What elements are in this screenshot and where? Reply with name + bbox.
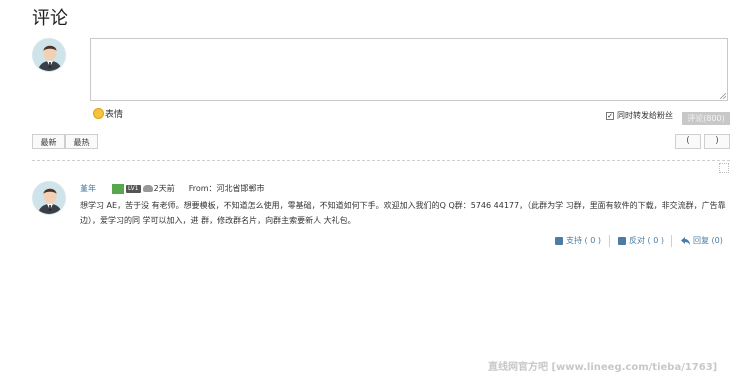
resize-handle-icon[interactable] [720,93,726,99]
level-badge: LV1 [126,184,141,193]
comment-location: From：河北省邯郸市 [188,184,265,193]
comment-username[interactable]: 堇年 [80,183,96,194]
comment-text: 想学习 AE，苦于没 有老师。想要模板，不知道怎么使用，零基础，不知道如何下手。… [80,201,726,225]
page-title: 评论 [32,8,68,29]
repost-option[interactable]: ✓ 同时转发给粉丝 [606,110,673,121]
sort-hottest-button[interactable]: 最热 [65,134,98,149]
smiley-icon [93,108,104,119]
submit-comment-button[interactable]: 评论(800) [682,112,730,125]
oppose-label: 反对 ( 0 ) [629,236,664,245]
sort-newest-button[interactable]: 最新 [32,134,65,149]
cloud-icon [142,185,153,192]
separator [609,235,610,247]
divider [32,160,730,161]
next-page-button[interactable]: ) [704,134,730,149]
commenter-avatar[interactable] [32,181,66,215]
separator [671,235,672,247]
repost-checkbox[interactable]: ✓ [606,111,614,120]
repost-label: 同时转发给粉丝 [617,111,673,120]
member-badge-icon [112,183,124,194]
watermark: 直线网官方吧 [www.lineeg.com/tieba/1763] [488,362,718,373]
comment-textarea[interactable] [90,38,728,101]
reply-button[interactable]: 回复 (0) [681,235,723,246]
expand-corner-icon[interactable] [719,163,729,173]
prev-page-button[interactable]: ( [675,134,701,149]
comment-time: 2天前 [153,184,175,193]
comment-meta: 堇年 LV1 2天前 From：河北省邯郸市 [80,183,265,194]
emoji-label: 表情 [105,110,124,120]
support-button[interactable]: 支持 ( 0 ) [555,235,601,246]
reply-label: 回复 (0) [693,236,723,245]
thumbs-down-icon [618,236,626,245]
thumbs-up-icon [555,236,563,245]
current-user-avatar[interactable] [32,38,66,72]
support-label: 支持 ( 0 ) [566,236,601,245]
oppose-button[interactable]: 反对 ( 0 ) [618,235,664,246]
reply-arrow-icon [681,236,690,245]
emoji-button[interactable]: 表情 [93,107,123,120]
